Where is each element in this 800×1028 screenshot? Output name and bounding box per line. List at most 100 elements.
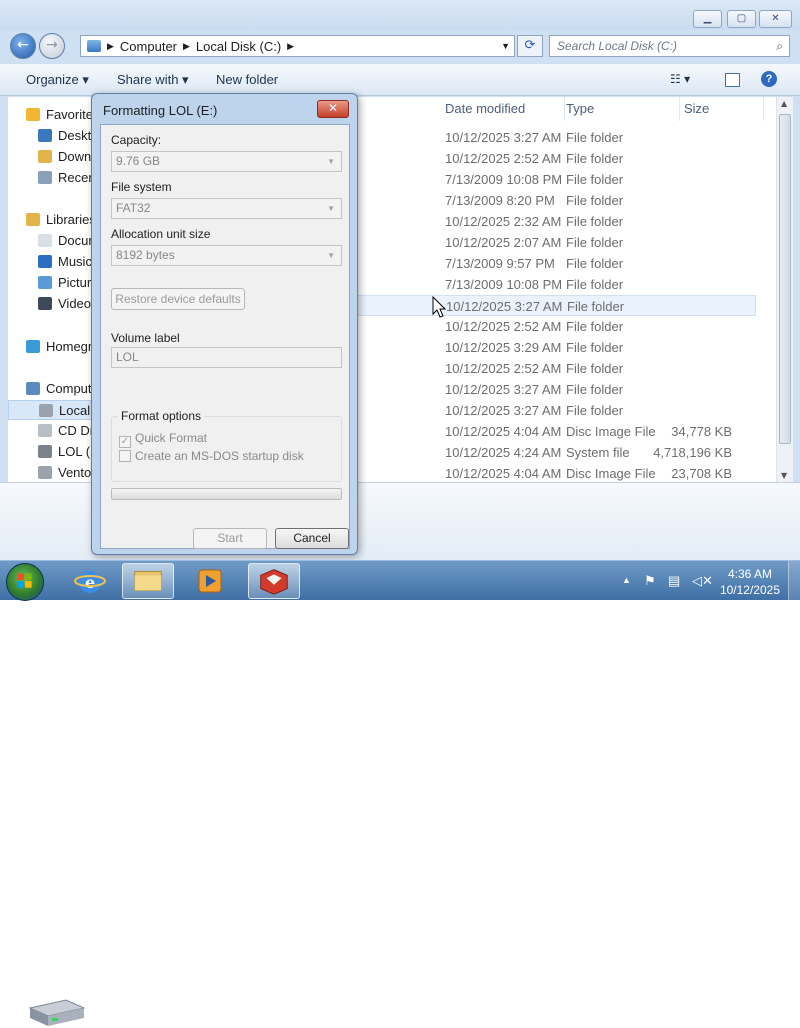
- cell-date: 10/12/2025 2:52 AM: [445, 319, 562, 334]
- volume-label-input[interactable]: LOL: [111, 347, 342, 368]
- nav-item-5[interactable]: Documents: [8, 231, 98, 251]
- nav-item-6[interactable]: Music: [8, 252, 98, 272]
- table-row[interactable]: 7/13/2009 10:08 PM File folder: [352, 169, 756, 190]
- videos-icon: [38, 297, 52, 310]
- dialog-close-button[interactable]: ✕: [317, 100, 349, 118]
- taskbar-app[interactable]: [248, 563, 300, 599]
- dialog-title: Formatting LOL (E:): [103, 103, 218, 118]
- cell-date: 7/13/2009 9:57 PM: [445, 256, 555, 271]
- organize-menu[interactable]: Organize ▾: [26, 72, 89, 88]
- nav-item-7[interactable]: Pictures: [8, 273, 98, 293]
- nav-item-9[interactable]: Homegroup: [8, 337, 98, 357]
- column-size[interactable]: Size: [684, 97, 764, 121]
- table-row[interactable]: 10/12/2025 4:04 AM Disc Image File 34,778 …: [352, 421, 756, 442]
- nav-item-1[interactable]: Desktop: [8, 126, 98, 146]
- cell-type: System file: [566, 445, 630, 460]
- show-hidden-icons-icon[interactable]: ▲: [622, 575, 631, 585]
- cell-type: File folder: [566, 172, 624, 187]
- address-dropdown-icon[interactable]: ▼: [501, 41, 510, 51]
- new-folder-button[interactable]: New folder: [216, 72, 278, 87]
- media-player-icon: [198, 569, 222, 593]
- cell-size: 23,708 KB: [671, 466, 732, 481]
- taskbar-internet-explorer[interactable]: e: [64, 563, 116, 599]
- nav-item-12[interactable]: CD Drive: [8, 421, 98, 441]
- table-row[interactable]: 10/12/2025 2:07 AM File folder: [352, 232, 756, 253]
- breadcrumb-local-disk[interactable]: Local Disk (C:): [196, 39, 281, 54]
- address-bar[interactable]: ▶ Computer ▶ Local Disk (C:) ▶ ▼: [80, 35, 515, 57]
- table-row[interactable]: 10/12/2025 2:52 AM File folder: [352, 358, 756, 379]
- filesystem-label: File system: [111, 180, 172, 194]
- view-options-icon[interactable]: ☷ ▾: [670, 72, 690, 86]
- table-row[interactable]: 10/12/2025 3:27 AM File folder: [352, 400, 756, 421]
- msdos-startup-checkbox[interactable]: Create an MS-DOS startup disk: [119, 449, 304, 463]
- show-desktop-button[interactable]: [788, 561, 800, 601]
- computer-icon: [26, 382, 40, 395]
- cell-type: File folder: [566, 130, 624, 145]
- table-row[interactable]: 10/12/2025 2:32 AM File folder: [352, 211, 756, 232]
- nav-item-8[interactable]: Videos: [8, 294, 98, 314]
- column-type[interactable]: Type: [566, 97, 680, 121]
- nav-item-13[interactable]: LOL (E:): [8, 442, 98, 462]
- nav-item-10[interactable]: Computer: [8, 379, 98, 399]
- cell-type: File folder: [567, 299, 625, 314]
- cancel-button[interactable]: Cancel: [275, 528, 349, 549]
- restore-defaults-button[interactable]: Restore device defaults: [111, 288, 245, 310]
- start-button[interactable]: Start: [193, 528, 267, 549]
- scroll-up-icon[interactable]: ▲: [781, 99, 787, 108]
- maximize-button[interactable]: ▢: [727, 10, 756, 28]
- nav-item-3[interactable]: Recent Places: [8, 168, 98, 188]
- internet-explorer-icon: e: [74, 571, 106, 593]
- search-input[interactable]: Search Local Disk (C:) ⌕: [549, 35, 790, 57]
- navigation-pane: FavoritesDesktopDownloadsRecent Places Li…: [8, 97, 98, 482]
- table-row[interactable]: 10/12/2025 2:52 AM File folder: [352, 148, 756, 169]
- cell-date: 10/12/2025 3:27 AM: [445, 382, 562, 397]
- window-titlebar[interactable]: ▁ ▢ ✕: [0, 0, 800, 30]
- table-row[interactable]: 10/12/2025 3:29 AM File folder: [352, 337, 756, 358]
- table-row[interactable]: 10/12/2025 4:24 AM System file 4,718,196 K…: [352, 442, 756, 463]
- action-center-icon[interactable]: ⚑: [644, 573, 656, 589]
- close-window-button[interactable]: ✕: [759, 10, 792, 28]
- table-row[interactable]: 10/12/2025 3:27 AM File folder: [352, 127, 756, 148]
- share-with-menu[interactable]: Share with ▾: [117, 72, 189, 88]
- scrollbar-thumb[interactable]: [779, 114, 791, 444]
- cell-type: File folder: [566, 151, 624, 166]
- volume-muted-icon[interactable]: ◁✕: [692, 573, 713, 589]
- preview-pane-icon[interactable]: [725, 73, 740, 87]
- start-button[interactable]: [6, 563, 44, 601]
- network-icon[interactable]: ▤: [668, 573, 680, 589]
- cell-type: File folder: [566, 361, 624, 376]
- clock[interactable]: 4:36 AM 10/12/2025: [720, 566, 780, 598]
- table-row[interactable]: 10/12/2025 3:27 AM File folder: [352, 379, 756, 400]
- cell-date: 7/13/2009 10:08 PM: [445, 172, 563, 187]
- breadcrumb-computer[interactable]: Computer: [120, 39, 177, 54]
- table-row[interactable]: 7/13/2009 9:57 PM File folder: [352, 253, 756, 274]
- recent-icon: [38, 171, 52, 184]
- nav-item-0[interactable]: Favorites: [8, 105, 98, 125]
- table-row[interactable]: 10/12/2025 3:27 AM File folder: [352, 295, 756, 316]
- vertical-scrollbar[interactable]: ▲ ▼: [776, 97, 793, 482]
- allocation-select[interactable]: 8192 bytes ▼: [111, 245, 342, 266]
- minimize-button[interactable]: ▁: [693, 10, 722, 28]
- column-date-modified[interactable]: Date modified: [445, 97, 565, 121]
- taskbar-media-player[interactable]: [184, 563, 236, 599]
- forward-button[interactable]: →: [39, 33, 65, 59]
- nav-item-2[interactable]: Downloads: [8, 147, 98, 167]
- quick-format-checkbox[interactable]: ✓ Quick Format: [119, 431, 207, 448]
- taskbar: e ▲ ⚑ ▤ ◁✕ 4:36 AM 10/12/2025: [0, 560, 800, 601]
- table-row[interactable]: 10/12/2025 4:04 AM Disc Image File 23,708 …: [352, 463, 756, 482]
- nav-item-11[interactable]: Local Disk (C:): [8, 400, 98, 420]
- capacity-label: Capacity:: [111, 133, 162, 147]
- table-row[interactable]: 7/13/2009 8:20 PM File folder: [352, 190, 756, 211]
- nav-item-14[interactable]: Ventoy: [8, 463, 98, 482]
- nav-item-4[interactable]: Libraries: [8, 210, 98, 230]
- refresh-button[interactable]: ⟳: [517, 35, 543, 57]
- back-button[interactable]: ←: [10, 33, 36, 59]
- table-row[interactable]: 10/12/2025 2:52 AM File folder: [352, 316, 756, 337]
- help-icon[interactable]: ?: [761, 71, 777, 87]
- scroll-down-icon[interactable]: ▼: [781, 471, 787, 480]
- table-row[interactable]: 7/13/2009 10:08 PM File folder: [352, 274, 756, 295]
- taskbar-explorer[interactable]: [122, 563, 174, 599]
- cell-date: 7/13/2009 8:20 PM: [445, 193, 555, 208]
- filesystem-select[interactable]: FAT32 ▼: [111, 198, 342, 219]
- capacity-select[interactable]: 9.76 GB ▼: [111, 151, 342, 172]
